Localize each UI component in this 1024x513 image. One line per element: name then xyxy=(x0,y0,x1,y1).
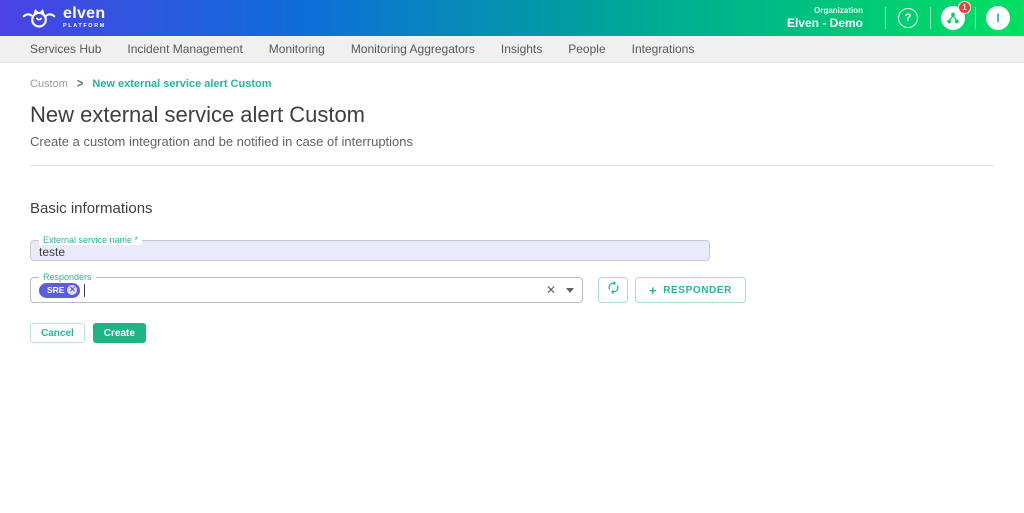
section-divider xyxy=(30,165,994,166)
help-icon: ? xyxy=(898,8,918,28)
breadcrumb-current[interactable]: New external service alert Custom xyxy=(92,78,271,90)
responder-chip-label: SRE xyxy=(47,285,64,295)
responders-field[interactable]: Responders SRE ✕ ✕ xyxy=(30,277,583,303)
refresh-icon xyxy=(606,280,621,300)
nav-item-integrations[interactable]: Integrations xyxy=(632,42,695,56)
header-divider xyxy=(930,7,931,29)
organization-block[interactable]: Organization Elven - Demo xyxy=(787,6,863,31)
section-title: Basic informations xyxy=(30,200,994,217)
help-button[interactable]: ? xyxy=(896,6,920,30)
nav-item-monitoring[interactable]: Monitoring xyxy=(269,42,325,56)
owl-logo-icon xyxy=(22,6,56,30)
brand-name: elven xyxy=(63,6,106,22)
dropdown-arrow-icon[interactable] xyxy=(566,288,574,293)
clear-icon[interactable]: ✕ xyxy=(546,283,556,297)
app-header: elven PLATFORM Organization Elven - Demo… xyxy=(0,0,1024,36)
chip-remove-icon[interactable]: ✕ xyxy=(67,285,77,295)
header-divider xyxy=(885,7,886,29)
header-divider xyxy=(975,7,976,29)
responders-label: Responders xyxy=(39,272,96,282)
avatar-initial: I xyxy=(996,11,999,25)
external-service-name-field: External service name * xyxy=(30,240,710,261)
organization-name: Elven - Demo xyxy=(787,16,863,31)
breadcrumb-parent[interactable]: Custom xyxy=(30,78,68,90)
page-content: Custom > New external service alert Cust… xyxy=(0,78,1024,343)
text-cursor xyxy=(84,284,85,297)
nav-item-services-hub[interactable]: Services Hub xyxy=(30,42,101,56)
create-button[interactable]: Create xyxy=(93,323,146,343)
chevron-right-icon: > xyxy=(77,77,83,91)
notification-badge: 1 xyxy=(958,1,971,14)
brand-text: elven PLATFORM xyxy=(63,6,106,30)
organization-label: Organization xyxy=(787,6,863,16)
main-nav: Services Hub Incident Management Monitor… xyxy=(0,36,1024,63)
nav-item-people[interactable]: People xyxy=(568,42,605,56)
user-avatar[interactable]: I xyxy=(986,6,1010,30)
responder-chip-sre[interactable]: SRE ✕ xyxy=(39,283,80,298)
nav-item-incident-management[interactable]: Incident Management xyxy=(127,42,242,56)
add-responder-label: RESPONDER xyxy=(663,285,732,296)
plus-icon: + xyxy=(649,283,657,298)
nav-item-monitoring-aggregators[interactable]: Monitoring Aggregators xyxy=(351,42,475,56)
cancel-button[interactable]: Cancel xyxy=(30,323,85,343)
header-right: Organization Elven - Demo ? 1 I xyxy=(787,6,1010,31)
breadcrumb: Custom > New external service alert Cust… xyxy=(30,78,994,90)
responders-row: Responders SRE ✕ ✕ + RESPONDER xyxy=(30,277,994,303)
nav-item-insights[interactable]: Insights xyxy=(501,42,542,56)
brand-logo[interactable]: elven PLATFORM xyxy=(22,6,106,30)
external-service-name-label: External service name * xyxy=(39,235,142,245)
integrations-status-button[interactable]: 1 xyxy=(941,6,965,30)
page-title: New external service alert Custom xyxy=(30,102,994,128)
brand-sub: PLATFORM xyxy=(63,24,106,30)
refresh-responders-button[interactable] xyxy=(598,277,628,303)
page-subtitle: Create a custom integration and be notif… xyxy=(30,134,994,149)
form-actions: Cancel Create xyxy=(30,323,994,343)
add-responder-button[interactable]: + RESPONDER xyxy=(635,277,746,303)
